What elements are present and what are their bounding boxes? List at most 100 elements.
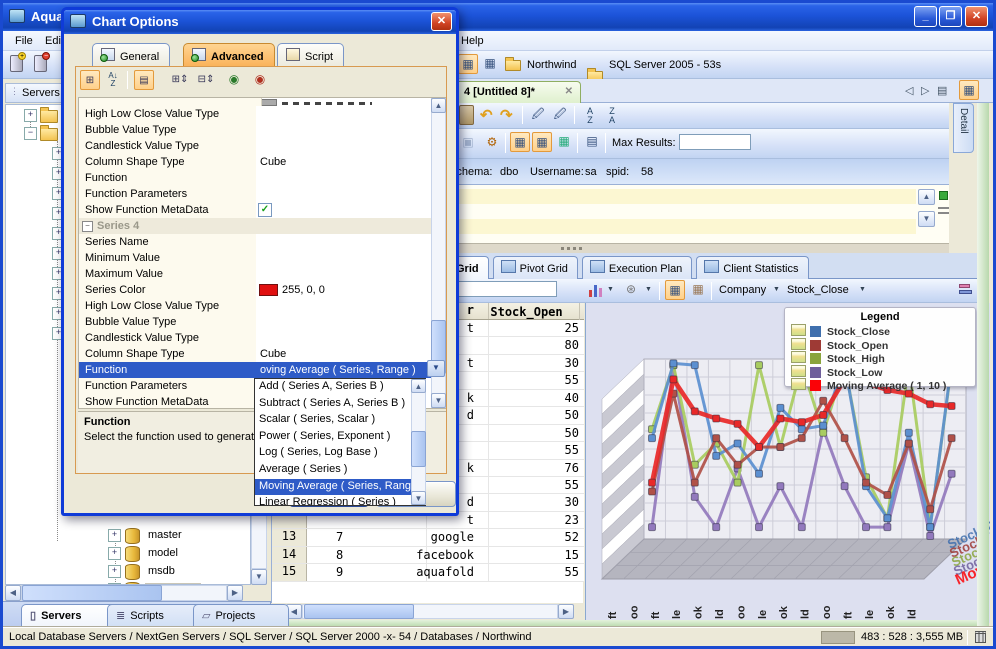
close-button[interactable]: ✕ xyxy=(965,6,988,27)
minimize-button[interactable]: _ xyxy=(914,6,937,27)
splitter-toggle-icon[interactable] xyxy=(938,207,949,214)
prev-doc-icon[interactable]: ◁ xyxy=(905,84,913,97)
property-row-series-4[interactable]: − Series 4 xyxy=(79,218,431,235)
group-by-select[interactable]: Company xyxy=(719,284,766,296)
sort-za-icon[interactable]: ZA xyxy=(602,105,622,125)
function-combo-button[interactable]: ▼ xyxy=(427,360,445,377)
scroll-down-button[interactable]: ▼ xyxy=(431,393,446,408)
export-settings-icon[interactable]: ◉ xyxy=(250,70,270,90)
collapse-box-icon[interactable]: − xyxy=(82,221,93,232)
categorized-view-icon[interactable]: ⊞ xyxy=(80,70,100,90)
dropdown-item-4[interactable]: Log ( Series, Log Base ) xyxy=(255,445,411,462)
property-row-maximum-value[interactable]: Maximum Value xyxy=(79,266,431,282)
scroll-up-button[interactable]: ▲ xyxy=(431,98,446,113)
chart-edit-icon[interactable]: ▦ xyxy=(688,280,708,300)
function-dropdown[interactable]: Add ( Series A, Series B ) Subtract ( Ser… xyxy=(254,378,426,506)
paste-icon[interactable] xyxy=(459,105,474,125)
property-row-candlestick-value-type[interactable]: Candlestick Value Type xyxy=(79,330,431,346)
table-view-icon[interactable]: ▦ xyxy=(480,54,500,74)
scroll-down-button[interactable]: ▼ xyxy=(411,491,426,505)
property-row-column-shape-type[interactable]: Column Shape Type Cube xyxy=(79,346,431,362)
editor-scroll-up[interactable]: ▲ xyxy=(918,189,935,205)
doc-list-icon[interactable]: ▤ xyxy=(937,84,947,97)
execute-icon[interactable]: ⚙ xyxy=(482,133,502,153)
3d-view-icon[interactable]: ⊛ xyxy=(621,280,641,300)
tree-collapse-icon[interactable]: − xyxy=(24,127,37,140)
property-row-minimum-value[interactable]: Minimum Value xyxy=(79,250,431,266)
tree-item-expand-icon[interactable]: + xyxy=(108,529,121,542)
next-doc-icon[interactable]: ▷ xyxy=(921,84,929,97)
editor-scroll-down[interactable]: ▼ xyxy=(918,211,935,227)
dropdown-item-0[interactable]: Add ( Series A, Series B ) xyxy=(255,379,411,396)
property-row-bubble-value-type[interactable]: Bubble Value Type xyxy=(79,314,431,330)
property-row-high-low-close-value-type[interactable]: High Low Close Value Type xyxy=(79,298,431,314)
grid-mode-icon[interactable]: ▦ xyxy=(959,80,979,100)
trash-icon[interactable] xyxy=(975,631,986,643)
description-pane-icon[interactable]: ▤ xyxy=(134,70,154,90)
dropdown-item-3[interactable]: Power ( Series, Exponent ) xyxy=(255,429,411,446)
dialog-close-button[interactable]: ✕ xyxy=(431,12,452,31)
tree-item-master[interactable]: master xyxy=(145,529,185,541)
chart-grid-icon[interactable]: ▦ xyxy=(665,280,685,300)
property-row-high-low-close-value-type[interactable]: High Low Close Value Type xyxy=(79,106,431,122)
property-row-partial[interactable] xyxy=(79,98,431,106)
property-row-bubble-value-type[interactable]: Bubble Value Type xyxy=(79,122,431,138)
scroll-down-button[interactable]: ▼ xyxy=(251,569,267,585)
tree-item-msdb[interactable]: msdb xyxy=(145,565,178,577)
table-row[interactable]: 15 9 aquafold 55 xyxy=(272,564,588,582)
window-layout-icon[interactable]: ▦ xyxy=(458,54,478,74)
import-settings-icon[interactable]: ◉ xyxy=(224,70,244,90)
tree-item-expand-icon[interactable]: + xyxy=(108,565,121,578)
sort-az-icon[interactable]: AZ xyxy=(580,105,600,125)
dropdown-item-6[interactable]: Moving Average ( Series, Range xyxy=(255,478,411,496)
undo-icon[interactable]: ↶ xyxy=(480,106,493,124)
dropdown-item-7[interactable]: Linear Regression ( Series ) xyxy=(255,495,411,505)
grid-export-icon[interactable]: ▦ xyxy=(554,132,574,152)
table-row[interactable]: 14 8 facebook 15 xyxy=(272,546,588,565)
table-row[interactable]: 13 7 google 52 xyxy=(272,529,588,547)
dialog-titlebar[interactable]: Chart Options ✕ xyxy=(64,10,456,34)
connection-label[interactable]: Northwind xyxy=(527,59,577,71)
scroll-left-button[interactable]: ◀ xyxy=(5,585,21,601)
property-row-series-name[interactable]: Series Name xyxy=(79,234,431,250)
format-brush-icon[interactable]: 🖉 xyxy=(528,105,548,125)
series-field-select[interactable]: Stock_Close xyxy=(787,284,849,296)
tree-item-expand-icon[interactable]: + xyxy=(108,547,121,560)
stop-icon[interactable]: ▣ xyxy=(458,133,478,153)
scroll-thumb[interactable] xyxy=(22,585,162,601)
checkbox-checked-icon[interactable]: ✓ xyxy=(258,203,272,217)
property-row-function-parameters[interactable]: Function Parameters xyxy=(79,186,431,202)
grid-hscrollbar[interactable]: ◀ ▶ xyxy=(286,604,574,620)
maximize-button[interactable]: ❐ xyxy=(939,6,962,27)
document-tab[interactable]: 4 [Untitled 8]* ✕ xyxy=(455,81,581,103)
expand-rows-icon[interactable]: ⊞⇕ xyxy=(170,70,190,90)
scroll-thumb[interactable] xyxy=(411,431,426,467)
property-row-function[interactable]: Function oving Average ( Series, Range ) xyxy=(79,362,431,378)
legend-toggle-icon[interactable] xyxy=(959,283,973,296)
remove-server-icon[interactable]: − xyxy=(34,52,50,72)
grid-split-results-icon[interactable]: ▦ xyxy=(532,132,552,152)
format-options-icon[interactable]: 🖉 xyxy=(550,105,570,125)
chart-type-icon[interactable] xyxy=(589,284,603,297)
collapse-rows-icon[interactable]: ⊟⇕ xyxy=(196,70,216,90)
scroll-up-button[interactable]: ▲ xyxy=(411,379,426,393)
menu-file[interactable]: File xyxy=(9,34,39,48)
scroll-right-button[interactable]: ▶ xyxy=(227,585,243,601)
scroll-thumb[interactable] xyxy=(304,604,414,619)
dropdown-vscrollbar[interactable]: ▲ ▼ xyxy=(411,379,426,505)
tree-vscrollbar[interactable]: ▼ xyxy=(251,509,267,585)
stock-open-column-header[interactable]: Stock_Open xyxy=(474,303,580,321)
3d-dropdown-icon[interactable]: ▼ xyxy=(645,286,652,293)
tree-expand-icon[interactable]: + xyxy=(24,109,37,122)
sql-editor[interactable]: ▲ ▼ xyxy=(455,185,949,243)
tree-hscrollbar[interactable]: ◀ ▶ xyxy=(5,585,243,601)
scroll-right-button[interactable]: ▶ xyxy=(558,604,574,619)
server-label[interactable]: SQL Server 2005 - 53s xyxy=(609,59,721,71)
group-by-dropdown-icon[interactable]: ▼ xyxy=(773,286,780,293)
result-window-icon[interactable]: ▤ xyxy=(582,132,602,152)
editor-results-splitter[interactable] xyxy=(455,243,949,253)
series-dropdown-icon[interactable]: ▼ xyxy=(859,286,866,293)
property-row-show-function-metadata[interactable]: Show Function MetaData ✓ xyxy=(79,202,431,218)
chart-legend[interactable]: Legend Stock_Close Stock_Open Stock_High St… xyxy=(784,307,976,392)
property-row-function[interactable]: Function xyxy=(79,170,431,186)
